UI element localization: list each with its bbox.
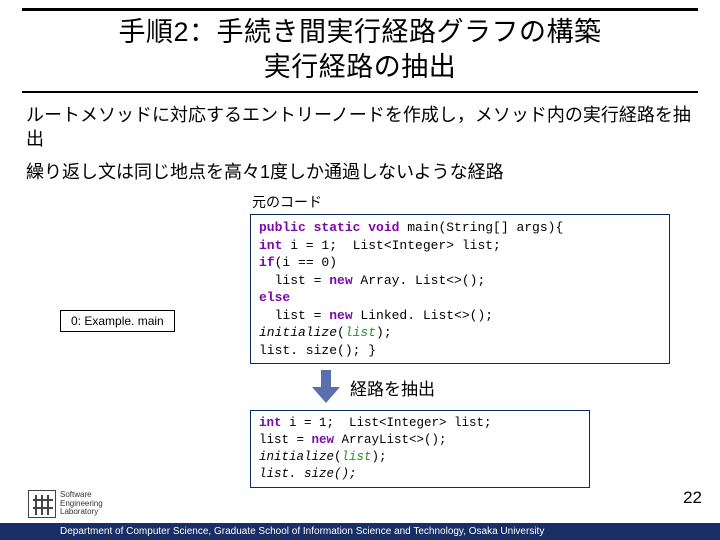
footer-text: Department of Computer Science, Graduate… [0, 523, 720, 540]
arrow-row: 経路を抽出 [312, 370, 698, 404]
title-line-2: 実行経路の抽出 [22, 50, 698, 85]
logo-mark-icon [28, 490, 56, 518]
arrow-down-icon [312, 370, 340, 404]
logo-text: Software Engineering Laboratory [60, 491, 103, 517]
body-paragraph-2: 繰り返し文は同じ地点を高々1度しか通過しないような経路 [26, 160, 694, 184]
arrow-label: 経路を抽出 [350, 375, 435, 400]
title-line-1: 手順2：手続き間実行経路グラフの構築 [22, 15, 698, 50]
page-number: 22 [683, 488, 702, 508]
lab-logo: Software Engineering Laboratory [28, 490, 103, 518]
body-paragraph-1: ルートメソッドに対応するエントリーノードを作成し，メソッド内の実行経路を抽出 [26, 103, 694, 152]
extracted-path-code-box: int i = 1; List<Integer> list; list = ne… [250, 410, 590, 488]
original-code-box: public static void main(String[] args){ … [250, 214, 670, 364]
entry-node-box: 0: Example. main [60, 310, 175, 332]
slide-title: 手順2：手続き間実行経路グラフの構築 実行経路の抽出 [22, 8, 698, 93]
original-code-label: 元のコード [252, 192, 698, 212]
